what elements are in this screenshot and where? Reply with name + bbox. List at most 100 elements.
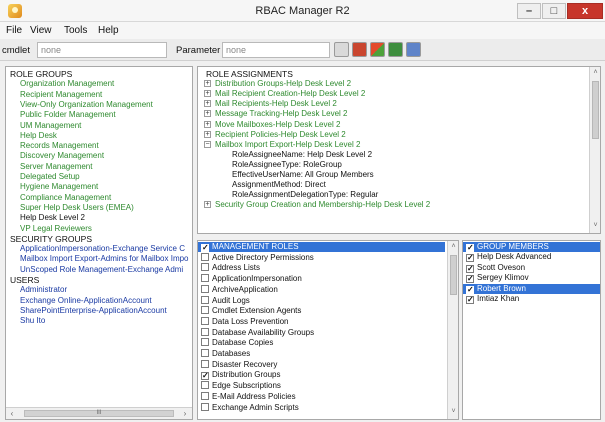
- checkbox[interactable]: [201, 391, 209, 400]
- scroll-right-icon[interactable]: ›: [179, 408, 191, 419]
- tree-item[interactable]: Mailbox Import Export-Admins for Mailbox…: [20, 254, 189, 264]
- tree-item[interactable]: UM Management: [20, 121, 81, 131]
- tree-item[interactable]: Hygiene Management: [20, 182, 98, 192]
- left-horizontal-scrollbar[interactable]: ‹ III ›: [6, 407, 192, 419]
- management-role-item[interactable]: E-Mail Address Policies: [198, 391, 445, 402]
- expand-icon[interactable]: +: [204, 130, 211, 138]
- menu-view[interactable]: View: [30, 25, 52, 36]
- tree-item[interactable]: View-Only Organization Management: [20, 100, 153, 110]
- group-member-item[interactable]: ✓ Imtiaz Khan: [463, 294, 600, 304]
- scroll-down-icon[interactable]: ˅: [448, 406, 458, 418]
- role-assignment-item[interactable]: Security Group Creation and Membership-H…: [215, 200, 430, 210]
- management-role-item[interactable]: ApplicationImpersonation: [198, 274, 445, 284]
- checkbox[interactable]: ✓: [466, 264, 474, 273]
- expand-icon[interactable]: +: [204, 120, 211, 128]
- checkbox[interactable]: ✓: [466, 254, 474, 263]
- management-roles-vertical-scrollbar[interactable]: ˄ ˅: [447, 241, 458, 419]
- tree-item[interactable]: Administrator: [20, 285, 67, 295]
- management-role-item[interactable]: Disaster Recovery: [198, 359, 445, 370]
- role-assignment-item[interactable]: Mail Recipient Creation-Help Desk Level …: [215, 89, 365, 99]
- group-member-item[interactable]: ✓ Sergey Klimov: [463, 273, 600, 284]
- group-member-item[interactable]: ✓ Scott Oveson: [463, 263, 600, 273]
- expand-icon[interactable]: +: [204, 90, 211, 98]
- checkbox[interactable]: [201, 349, 209, 357]
- tree-item[interactable]: Delegated Setup: [20, 172, 80, 182]
- checkbox[interactable]: [201, 263, 209, 272]
- role-assignments-vertical-scrollbar[interactable]: ˄ ˅: [589, 67, 600, 233]
- checkbox[interactable]: [201, 381, 209, 390]
- management-role-item[interactable]: Databases: [198, 349, 445, 359]
- expand-icon[interactable]: +: [204, 100, 211, 108]
- scroll-thumb[interactable]: [592, 81, 599, 139]
- checkbox[interactable]: ✓: [466, 296, 474, 304]
- tree-item[interactable]: Super Help Desk Users (EMEA): [20, 203, 134, 213]
- refresh-icon[interactable]: [370, 42, 385, 57]
- checkbox[interactable]: [201, 284, 209, 293]
- tree-item[interactable]: Server Management: [20, 162, 92, 172]
- menu-tools[interactable]: Tools: [64, 25, 87, 36]
- collapse-icon[interactable]: −: [204, 140, 211, 148]
- close-button[interactable]: x: [567, 3, 603, 19]
- role-assignment-item[interactable]: Mail Recipients-Help Desk Level 2: [215, 99, 337, 109]
- checkbox[interactable]: ✓: [466, 285, 474, 294]
- menu-file[interactable]: File: [6, 25, 22, 36]
- menu-help[interactable]: Help: [98, 25, 119, 36]
- minimize-button[interactable]: –: [517, 3, 541, 19]
- tree-item[interactable]: Shu Ito: [20, 316, 45, 326]
- role-assignment-item[interactable]: Message Tracking-Help Desk Level 2: [215, 109, 348, 119]
- checkbox[interactable]: [201, 295, 209, 304]
- checkbox[interactable]: [201, 306, 209, 315]
- stop-icon[interactable]: [352, 42, 367, 57]
- tree-item[interactable]: SharePointEnterprise-ApplicationAccount: [20, 306, 167, 316]
- left-tree-pane[interactable]: ROLE GROUPS Organization Management Recipi…: [5, 66, 193, 420]
- checkbox[interactable]: [201, 338, 209, 347]
- tree-item[interactable]: Records Management: [20, 141, 99, 151]
- checkbox[interactable]: [201, 402, 209, 411]
- tree-item[interactable]: UnScoped Role Management-Exchange Admi: [20, 265, 183, 275]
- management-roles-pane[interactable]: ✓ MANAGEMENT ROLES Active Directory Permis…: [197, 240, 459, 420]
- checkbox[interactable]: ✓: [466, 244, 474, 252]
- management-role-item[interactable]: Data Loss Prevention: [198, 316, 445, 327]
- tree-item[interactable]: Compliance Management: [20, 193, 111, 203]
- management-role-item[interactable]: Cmdlet Extension Agents: [198, 306, 445, 316]
- maximize-button[interactable]: □: [542, 3, 566, 19]
- scroll-thumb[interactable]: III: [24, 410, 174, 417]
- management-role-item[interactable]: Address Lists: [198, 263, 445, 273]
- management-role-item[interactable]: ✓ Distribution Groups: [198, 370, 445, 381]
- management-role-item[interactable]: Exchange Admin Scripts: [198, 402, 445, 413]
- checkbox[interactable]: [201, 359, 209, 368]
- scroll-up-icon[interactable]: ˄: [448, 241, 458, 253]
- role-assignments-pane[interactable]: ROLE ASSIGNMENTS + Distribution Groups-Hel…: [197, 66, 601, 234]
- role-assignment-item[interactable]: Move Mailboxes-Help Desk Level 2: [215, 120, 340, 130]
- scroll-left-icon[interactable]: ‹: [6, 408, 18, 419]
- tree-item[interactable]: VP Legal Reviewers: [20, 224, 92, 234]
- tree-item[interactable]: Help Desk Level 2: [20, 213, 85, 223]
- parameter-input[interactable]: [222, 42, 330, 58]
- tree-item[interactable]: ApplicationImpersonation-Exchange Servic…: [20, 244, 185, 254]
- tree-item[interactable]: Discovery Management: [20, 151, 104, 161]
- checkbox[interactable]: ✓: [466, 275, 474, 284]
- expand-icon[interactable]: +: [204, 110, 211, 118]
- checkbox[interactable]: ✓: [201, 372, 209, 381]
- tree-item[interactable]: Exchange Online-ApplicationAccount: [20, 296, 152, 306]
- role-assignment-item[interactable]: Recipient Policies-Help Desk Level 2: [215, 130, 346, 140]
- expand-icon[interactable]: +: [204, 80, 211, 88]
- management-role-item[interactable]: Active Directory Permissions: [198, 252, 445, 263]
- scroll-thumb[interactable]: [450, 255, 457, 295]
- group-member-item[interactable]: ✓ Help Desk Advanced: [463, 252, 600, 263]
- checkbox[interactable]: [201, 327, 209, 336]
- tree-item[interactable]: Recipient Management: [20, 90, 102, 100]
- checkbox[interactable]: [201, 316, 209, 325]
- grid-icon[interactable]: [334, 42, 349, 57]
- role-assignment-item[interactable]: Distribution Groups-Help Desk Level 2: [215, 79, 351, 89]
- help-icon[interactable]: [406, 42, 421, 57]
- management-role-item[interactable]: ArchiveApplication: [198, 284, 445, 295]
- scroll-up-icon[interactable]: ˄: [590, 67, 600, 79]
- checkbox[interactable]: [201, 274, 209, 283]
- checkbox[interactable]: [201, 252, 209, 261]
- role-assignment-item[interactable]: Mailbox Import Export-Help Desk Level 2: [215, 140, 360, 150]
- group-member-item[interactable]: ✓ Robert Brown: [463, 283, 600, 294]
- expand-icon[interactable]: +: [204, 201, 211, 209]
- tree-item[interactable]: Help Desk: [20, 131, 57, 141]
- group-members-pane[interactable]: ✓ GROUP MEMBERS ✓ Help Desk Advanced ✓ Scott …: [462, 240, 601, 420]
